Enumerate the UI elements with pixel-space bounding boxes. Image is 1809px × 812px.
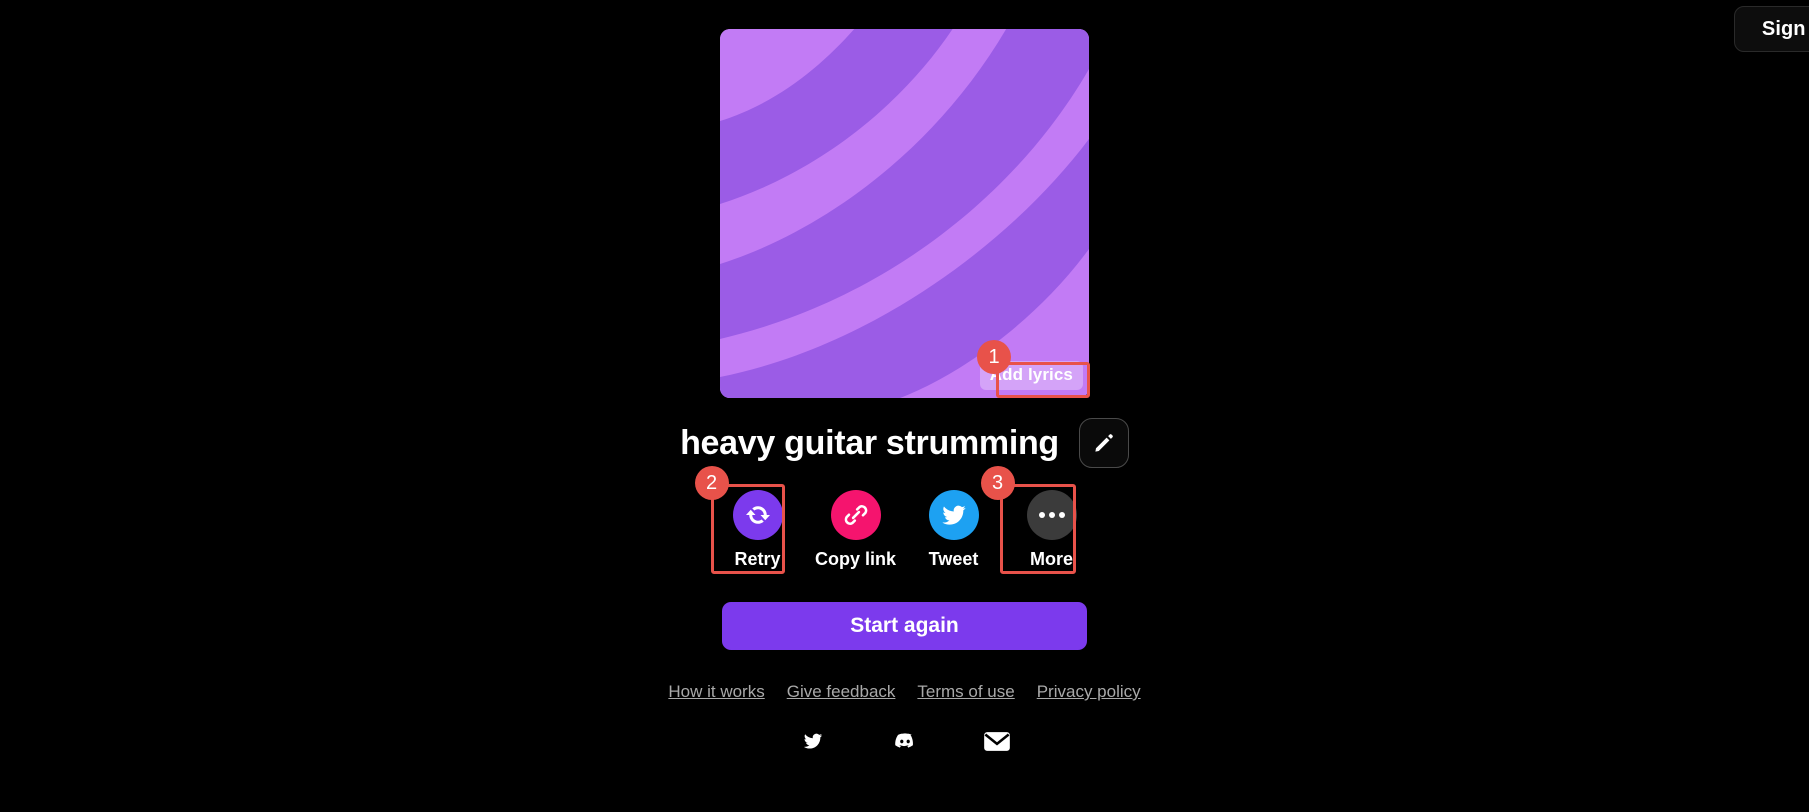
link-how-it-works[interactable]: How it works: [668, 682, 764, 702]
link-give-feedback[interactable]: Give feedback: [787, 682, 896, 702]
more-label: More: [1029, 549, 1073, 569]
tweet-action[interactable]: Tweet: [905, 486, 1003, 574]
discord-icon: [894, 733, 913, 748]
refresh-icon: [745, 506, 770, 524]
cover-artwork: [720, 29, 1089, 398]
copy-link-label: Copy link: [814, 549, 896, 569]
more-action[interactable]: More: [1003, 486, 1101, 574]
page-title: heavy guitar strumming: [680, 423, 1059, 462]
title-row: heavy guitar strumming: [680, 418, 1129, 468]
start-again-button[interactable]: Start again: [722, 602, 1087, 650]
twitter-icon: [941, 505, 966, 525]
copy-link-icon-circle: [830, 490, 881, 540]
social-discord-link[interactable]: [890, 728, 920, 754]
social-links: [798, 728, 1012, 754]
footer-links: How it works Give feedback Terms of use …: [668, 682, 1140, 702]
link-terms-of-use[interactable]: Terms of use: [917, 682, 1014, 702]
add-lyrics-button[interactable]: Add lyrics: [979, 361, 1083, 390]
page-container: Add lyrics 1 heavy guitar strumming Retr…: [0, 0, 1809, 812]
ellipsis-icon: [1038, 512, 1065, 518]
twitter-icon: [803, 733, 822, 749]
pencil-icon: [1095, 434, 1113, 452]
social-twitter-link[interactable]: [798, 728, 828, 754]
artwork-container: Add lyrics 1: [720, 29, 1090, 398]
link-icon: [844, 505, 867, 525]
retry-label: Retry: [734, 549, 781, 569]
tweet-label: Tweet: [928, 549, 979, 569]
retry-icon-circle: [732, 490, 783, 540]
edit-title-button[interactable]: [1078, 418, 1129, 468]
social-email-link[interactable]: [982, 728, 1012, 754]
more-icon-circle: [1026, 490, 1077, 540]
link-privacy-policy[interactable]: Privacy policy: [1037, 682, 1141, 702]
email-icon: [983, 731, 1010, 751]
tweet-icon-circle: [928, 490, 979, 540]
copy-link-action[interactable]: Copy link: [807, 486, 905, 574]
action-row: Retry Copy link Tweet More 2 3: [694, 466, 1101, 574]
retry-action[interactable]: Retry: [709, 486, 807, 574]
